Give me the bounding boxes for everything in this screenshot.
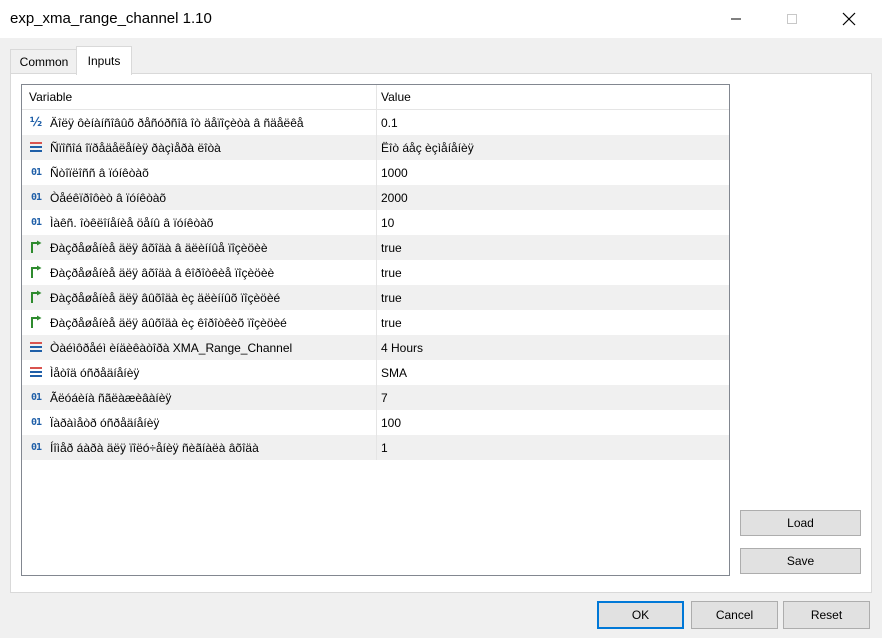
window-title: exp_xma_range_channel 1.10 xyxy=(10,10,212,27)
variable-value[interactable]: true xyxy=(381,285,402,310)
int-icon: 01 xyxy=(30,416,42,428)
load-button[interactable]: Load xyxy=(740,510,861,536)
variable-name: Ãëóáèíà ñãëàæèâàíèÿ xyxy=(50,390,172,405)
table-row[interactable]: Ìåòîä óñðåäíåíèÿ SMA xyxy=(22,360,729,385)
table-row[interactable]: 01 Ïàðàìåòð óñðåäíåíèÿ 100 xyxy=(22,410,729,435)
variable-value[interactable]: 4 Hours xyxy=(381,335,423,360)
table-row[interactable]: ½ Äîëÿ ôèíàíñîâûõ ðåñóðñîâ îò äåïîçèòà â … xyxy=(22,110,729,135)
cell-divider xyxy=(376,285,377,310)
cell-divider xyxy=(376,335,377,360)
variable-value[interactable]: 1 xyxy=(381,435,388,460)
maximize-button xyxy=(769,0,815,38)
int-icon: 01 xyxy=(30,441,42,453)
table-row[interactable]: Ðàçðåøåíèå äëÿ âõîäà â äëèííûå ïîçèöèè tr… xyxy=(22,235,729,260)
table-row[interactable]: 01 Ñòîïëîññ â ïóíêòàõ 1000 xyxy=(22,160,729,185)
variable-name: Òåéêïðîôèò â ïóíêòàõ xyxy=(50,190,167,205)
ok-button[interactable]: OK xyxy=(597,601,684,629)
variable-name: Ðàçðåøåíèå äëÿ âûõîäà èç êîðîòêèõ ïîçèöè… xyxy=(50,315,287,330)
variable-name: Ñïîñîá îïðåäåëåíèÿ ðàçìåðà ëîòà xyxy=(50,140,221,155)
grid-header: Variable Value xyxy=(22,85,729,110)
fraction-icon: ½ xyxy=(29,115,43,129)
table-row[interactable]: 01 Íîìåð áàðà äëÿ ïîëó÷åíèÿ ñèãíàëà âõîäà… xyxy=(22,435,729,460)
table-row[interactable]: Òàéìôðåéì èíäèêàòîðà XMA_Range_Channel 4 … xyxy=(22,335,729,360)
variable-name: Ðàçðåøåíèå äëÿ âõîäà â äëèííûå ïîçèöèè xyxy=(50,240,268,255)
variable-value[interactable]: 0.1 xyxy=(381,110,398,135)
variable-name: Äîëÿ ôèíàíñîâûõ ðåñóðñîâ îò äåïîçèòà â ñ… xyxy=(50,115,304,130)
bool-icon xyxy=(28,239,44,255)
table-row[interactable]: 01 Ìàêñ. îòêëîíåíèå öåíû â ïóíêòàõ 10 xyxy=(22,210,729,235)
bool-icon xyxy=(28,264,44,280)
cell-divider xyxy=(376,135,377,160)
variable-value[interactable]: Ëîò áåç èçìåíåíèÿ xyxy=(381,135,474,160)
variable-value[interactable]: 100 xyxy=(381,410,401,435)
int-icon: 01 xyxy=(30,191,42,203)
variable-name: Ñòîïëîññ â ïóíêòàõ xyxy=(50,165,149,180)
close-button[interactable] xyxy=(826,0,872,38)
cell-divider xyxy=(376,410,377,435)
cell-divider xyxy=(376,185,377,210)
bool-icon xyxy=(28,314,44,330)
variable-name: Ìàêñ. îòêëîíåíèå öåíû â ïóíêòàõ xyxy=(50,215,214,230)
cell-divider xyxy=(376,160,377,185)
variable-value[interactable]: SMA xyxy=(381,360,407,385)
cell-divider xyxy=(376,310,377,335)
cell-divider xyxy=(376,260,377,285)
inputs-grid: Variable Value ½ Äîëÿ ôèíàíñîâûõ ðåñóðñîâ… xyxy=(21,84,730,576)
minimize-icon xyxy=(731,18,741,20)
variable-name: Íîìåð áàðà äëÿ ïîëó÷åíèÿ ñèãíàëà âõîäà xyxy=(50,440,259,455)
table-row[interactable]: Ñïîñîá îïðåäåëåíèÿ ðàçìåðà ëîòà Ëîò áåç è… xyxy=(22,135,729,160)
tab-inputs[interactable]: Inputs xyxy=(76,46,132,75)
table-row[interactable]: Ðàçðåøåíèå äëÿ âõîäà â êîðîòêèå ïîçèöèè t… xyxy=(22,260,729,285)
cell-divider xyxy=(376,435,377,460)
enum-icon xyxy=(28,139,44,155)
table-row[interactable]: 01 Òåéêïðîôèò â ïóíêòàõ 2000 xyxy=(22,185,729,210)
int-icon: 01 xyxy=(30,166,42,178)
title-bar: exp_xma_range_channel 1.10 xyxy=(0,0,882,38)
int-icon: 01 xyxy=(30,216,42,228)
minimize-button[interactable] xyxy=(713,0,759,38)
variable-value[interactable]: 10 xyxy=(381,210,394,235)
column-header-variable[interactable]: Variable xyxy=(29,85,72,109)
table-row[interactable]: Ðàçðåøåíèå äëÿ âûõîäà èç êîðîòêèõ ïîçèöè… xyxy=(22,310,729,335)
maximize-icon xyxy=(787,14,797,24)
tab-common[interactable]: Common xyxy=(10,49,78,74)
enum-icon xyxy=(28,339,44,355)
column-header-value[interactable]: Value xyxy=(381,85,411,109)
table-row[interactable]: 01 Ãëóáèíà ñãëàæèâàíèÿ 7 xyxy=(22,385,729,410)
cell-divider xyxy=(376,385,377,410)
variable-name: Ðàçðåøåíèå äëÿ âûõîäà èç äëèííûõ ïîçèöèé xyxy=(50,290,281,305)
variable-value[interactable]: 1000 xyxy=(381,160,408,185)
save-button[interactable]: Save xyxy=(740,548,861,574)
table-row[interactable]: Ðàçðåøåíèå äëÿ âûõîäà èç äëèííûõ ïîçèöèé… xyxy=(22,285,729,310)
close-icon xyxy=(842,12,856,26)
enum-icon xyxy=(28,364,44,380)
column-divider[interactable] xyxy=(376,85,377,109)
variable-name: Ïàðàìåòð óñðåäíåíèÿ xyxy=(50,415,160,430)
cell-divider xyxy=(376,110,377,135)
variable-name: Òàéìôðåéì èíäèêàòîðà XMA_Range_Channel xyxy=(50,340,293,355)
cell-divider xyxy=(376,210,377,235)
cell-divider xyxy=(376,360,377,385)
variable-name: Ìåòîä óñðåäíåíèÿ xyxy=(50,365,140,380)
bool-icon xyxy=(28,289,44,305)
variable-value[interactable]: true xyxy=(381,260,402,285)
variable-value[interactable]: true xyxy=(381,310,402,335)
reset-button[interactable]: Reset xyxy=(783,601,870,629)
cell-divider xyxy=(376,235,377,260)
tab-bar: Common Inputs xyxy=(0,38,882,75)
variable-value[interactable]: 7 xyxy=(381,385,388,410)
cancel-button[interactable]: Cancel xyxy=(691,601,778,629)
variable-value[interactable]: true xyxy=(381,235,402,260)
variable-value[interactable]: 2000 xyxy=(381,185,408,210)
variable-name: Ðàçðåøåíèå äëÿ âõîäà â êîðîòêèå ïîçèöèè xyxy=(50,265,275,280)
int-icon: 01 xyxy=(30,391,42,403)
